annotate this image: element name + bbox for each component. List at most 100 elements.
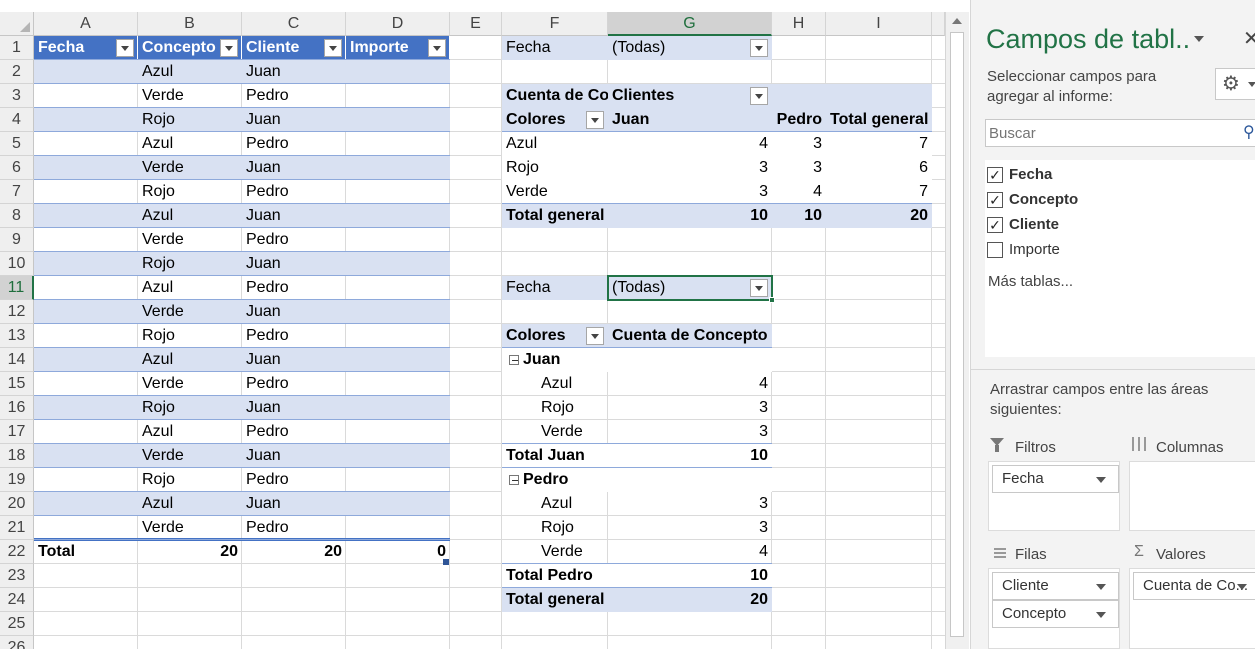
pivot1-rows-dropdown-icon[interactable]	[586, 111, 604, 129]
row-header-18[interactable]: 18	[0, 444, 34, 468]
table-cell-importe[interactable]	[346, 348, 450, 372]
chevron-down-icon[interactable]	[1096, 584, 1106, 590]
pivot2-item-value[interactable]: 3	[608, 492, 772, 516]
table-cell-cliente[interactable]: Pedro	[242, 228, 346, 252]
table-cell-fecha[interactable]	[34, 180, 138, 204]
pivot1-value[interactable]: 4	[608, 132, 772, 156]
row-header-25[interactable]: 25	[0, 612, 34, 636]
table-cell-cliente[interactable]: Juan	[242, 108, 346, 132]
field-item-cliente[interactable]: ✓ Cliente	[987, 215, 1255, 237]
table-cell-cliente[interactable]: Juan	[242, 156, 346, 180]
table-cell-fecha[interactable]	[34, 348, 138, 372]
pivot2-item-label[interactable]: Azul	[502, 492, 608, 516]
column-header-h[interactable]: H	[772, 12, 826, 36]
table-cell-importe[interactable]	[346, 444, 450, 468]
filters-area[interactable]: Fecha	[988, 461, 1120, 531]
row-header-14[interactable]: 14	[0, 348, 34, 372]
table-total-value[interactable]: 0	[346, 540, 450, 564]
pivot1-row-label[interactable]: Azul	[502, 132, 608, 156]
column-header-e[interactable]: E	[450, 12, 502, 36]
chevron-down-icon[interactable]	[1096, 612, 1106, 618]
field-chip-row[interactable]: Concepto	[992, 600, 1119, 628]
column-header-b[interactable]: B	[138, 12, 242, 36]
table-cell-cliente[interactable]: Juan	[242, 252, 346, 276]
pivot1-columns-dropdown-icon[interactable]	[750, 87, 768, 105]
table-cell-fecha[interactable]	[34, 324, 138, 348]
pivot1-row-label[interactable]: Verde	[502, 180, 608, 204]
table-cell-importe[interactable]	[346, 84, 450, 108]
filter-dropdown-icon[interactable]	[324, 39, 342, 57]
table-cell-cliente[interactable]: Juan	[242, 444, 346, 468]
table-cell-cliente[interactable]: Juan	[242, 300, 346, 324]
pivot2-item-label[interactable]: Azul	[502, 372, 608, 396]
filter-dropdown-icon[interactable]	[428, 39, 446, 57]
pivot1-filter-dropdown-icon[interactable]	[750, 39, 768, 57]
row-header-24[interactable]: 24	[0, 588, 34, 612]
column-header-d[interactable]: D	[346, 12, 450, 36]
pivot2-rows-dropdown-icon[interactable]	[586, 327, 604, 345]
table-cell-cliente[interactable]: Pedro	[242, 84, 346, 108]
more-tables-link[interactable]: Más tablas...	[988, 273, 1073, 290]
pivot2-item-value[interactable]: 3	[608, 420, 772, 444]
table-cell-concepto[interactable]: Verde	[138, 444, 242, 468]
row-header-5[interactable]: 5	[0, 132, 34, 156]
pivot2-subtotal-value[interactable]: 10	[608, 564, 772, 588]
column-header-f[interactable]: F	[502, 12, 608, 36]
pivot1-value[interactable]: 4	[772, 180, 826, 204]
row-header-2[interactable]: 2	[0, 60, 34, 84]
pivot1-value[interactable]: 6	[826, 156, 932, 180]
table-cell-cliente[interactable]: Juan	[242, 348, 346, 372]
pivot1-value[interactable]: 7	[826, 180, 932, 204]
field-chip-filter[interactable]: Fecha	[992, 465, 1119, 493]
pivot1-columns-header[interactable]: Clientes	[608, 84, 932, 108]
pivot1-total-value[interactable]: 10	[608, 204, 772, 228]
table-cell-cliente[interactable]: Pedro	[242, 180, 346, 204]
pivot2-subtotal-value[interactable]: 10	[608, 444, 772, 468]
row-header-15[interactable]: 15	[0, 372, 34, 396]
table-cell-concepto[interactable]: Verde	[138, 300, 242, 324]
row-header-3[interactable]: 3	[0, 84, 34, 108]
pivot1-value[interactable]: 3	[772, 132, 826, 156]
table-cell-cliente[interactable]: Pedro	[242, 324, 346, 348]
pivot2-item-label[interactable]: Rojo	[502, 516, 608, 540]
table-cell-importe[interactable]	[346, 300, 450, 324]
row-header-11[interactable]: 11	[0, 276, 34, 300]
column-header-i[interactable]: I	[826, 12, 932, 36]
field-chip-value[interactable]: Cuenta de Co...	[1133, 572, 1255, 600]
close-icon[interactable]: ✕	[1243, 26, 1255, 51]
pivot2-item-label[interactable]: Rojo	[502, 396, 608, 420]
table-cell-importe[interactable]	[346, 60, 450, 84]
table-cell-fecha[interactable]	[34, 60, 138, 84]
table-cell-concepto[interactable]: Azul	[138, 420, 242, 444]
select-all-corner[interactable]	[0, 12, 34, 36]
filter-dropdown-icon[interactable]	[220, 39, 238, 57]
pivot2-group-header[interactable]: Juan	[502, 348, 772, 372]
table-total-value[interactable]: 20	[138, 540, 242, 564]
table-cell-concepto[interactable]: Rojo	[138, 324, 242, 348]
row-header-12[interactable]: 12	[0, 300, 34, 324]
pivot2-item-label[interactable]: Verde	[502, 540, 608, 564]
table-cell-fecha[interactable]	[34, 396, 138, 420]
importe-checkbox[interactable]	[987, 242, 1003, 258]
row-header-19[interactable]: 19	[0, 468, 34, 492]
table-cell-fecha[interactable]	[34, 108, 138, 132]
field-item-fecha[interactable]: ✓ Fecha	[987, 165, 1255, 187]
pivot2-subtotal-label[interactable]: Total Pedro	[502, 564, 608, 588]
row-header-13[interactable]: 13	[0, 324, 34, 348]
pivot2-item-label[interactable]: Verde	[502, 420, 608, 444]
table-cell-concepto[interactable]: Azul	[138, 60, 242, 84]
table-cell-concepto[interactable]: Rojo	[138, 468, 242, 492]
field-item-importe[interactable]: Importe	[987, 240, 1255, 262]
table-cell-cliente[interactable]: Pedro	[242, 372, 346, 396]
table-cell-cliente[interactable]: Juan	[242, 396, 346, 420]
table-cell-importe[interactable]	[346, 156, 450, 180]
row-header-17[interactable]: 17	[0, 420, 34, 444]
row-header-1[interactable]: 1	[0, 36, 34, 60]
rows-area[interactable]: Cliente Concepto	[988, 568, 1120, 649]
scroll-thumb[interactable]	[950, 32, 964, 637]
table-cell-concepto[interactable]: Rojo	[138, 180, 242, 204]
pivot2-grand-label[interactable]: Total general	[502, 588, 608, 612]
table-cell-importe[interactable]	[346, 276, 450, 300]
collapse-icon[interactable]	[509, 475, 519, 485]
columns-area[interactable]	[1129, 461, 1255, 531]
